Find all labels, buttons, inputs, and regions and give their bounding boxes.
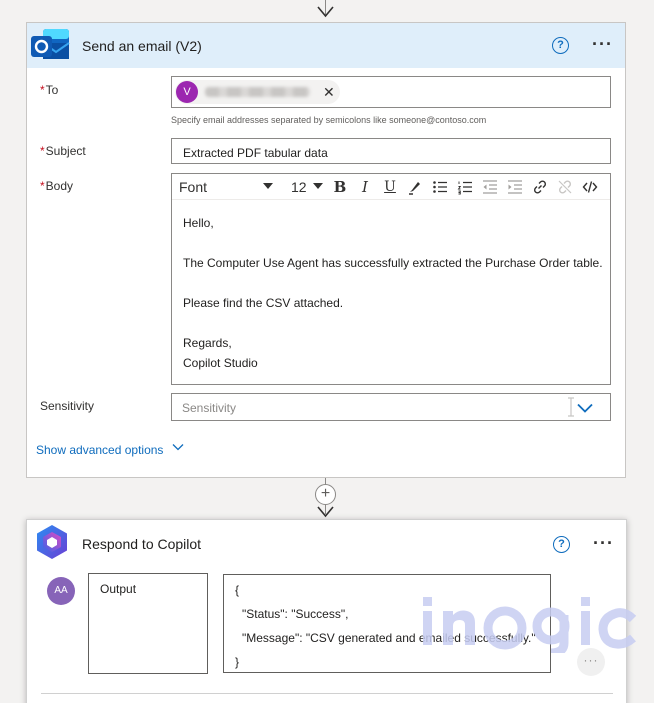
chevron-down-icon[interactable] [577,403,593,413]
body-label-text: Body [45,179,74,193]
size-dropdown-caret-icon[interactable] [313,183,323,189]
overflow-menu-button[interactable]: ··· [577,648,605,676]
sensitivity-placeholder: Sensitivity [182,401,237,415]
highlight-pen-icon[interactable] [405,177,425,197]
font-family-dropdown[interactable]: Font [179,179,207,195]
send-email-card[interactable]: Send an email (V2) ? ··· *To V ✕ Specify… [26,22,626,478]
divider [41,693,613,694]
json-line: { [235,583,240,597]
sensitivity-dropdown[interactable]: Sensitivity [171,393,611,421]
respond-header[interactable]: Respond to Copilot ? ··· [27,520,626,565]
more-options-icon[interactable]: ··· [593,533,614,554]
outdent-icon[interactable] [480,177,500,197]
body-editor[interactable]: Font 12 B I U Hello, The Computer Use Ag… [171,173,611,385]
copilot-studio-icon [37,525,67,559]
remove-recipient-icon[interactable]: ✕ [323,84,335,101]
unlink-icon[interactable] [555,177,575,197]
body-line: Hello, [183,216,214,230]
add-step-button[interactable]: + [315,484,336,505]
arrow-down-icon [317,6,334,18]
to-helper-text: Specify email addresses separated by sem… [171,115,487,125]
to-label: *To [40,83,58,97]
subject-value: Extracted PDF tabular data [183,146,328,160]
required-marker: * [40,83,45,97]
json-line: "Status": "Success", [242,607,349,621]
more-options-icon[interactable]: ··· [592,34,613,55]
watermark-logo [423,597,637,653]
body-line: Regards, [183,336,232,350]
italic-button[interactable]: I [355,177,375,197]
help-icon[interactable]: ? [553,536,570,553]
send-email-header[interactable]: Send an email (V2) ? ··· [27,23,625,68]
subject-input[interactable]: Extracted PDF tabular data [171,138,611,164]
font-size-dropdown[interactable]: 12 [291,179,307,195]
text-output-avatar: AA [47,577,75,605]
show-advanced-options-link[interactable]: Show advanced options [36,443,163,457]
body-line: Please find the CSV attached. [183,296,344,310]
sensitivity-label: Sensitivity [40,399,95,413]
json-line: } [235,655,240,669]
required-marker: * [40,179,45,193]
text-cursor-icon [568,397,574,417]
required-marker: * [40,144,45,158]
code-view-icon[interactable] [580,177,600,197]
rich-text-toolbar: Font 12 B I U [172,174,610,200]
bold-button[interactable]: B [330,177,350,197]
subject-label-text: Subject [45,144,86,158]
advanced-chevron-down-icon[interactable] [172,443,184,451]
bullet-list-icon[interactable] [430,177,450,197]
body-line: The Computer Use Agent has successfully … [183,256,603,270]
output-label: Output [100,582,137,596]
outlook-icon [31,29,70,59]
respond-to-copilot-card[interactable]: Respond to Copilot ? ··· AA Output { "St… [26,519,637,703]
recipient-email-redacted [205,87,310,97]
font-dropdown-caret-icon[interactable] [263,183,273,189]
underline-button[interactable]: U [380,177,400,197]
to-label-text: To [45,83,59,97]
recipient-chip[interactable]: V ✕ [175,80,340,104]
arrow-down-icon [317,506,334,518]
indent-icon[interactable] [505,177,525,197]
link-icon[interactable] [530,177,550,197]
respond-title: Respond to Copilot [82,536,202,552]
help-icon[interactable]: ? [552,37,569,54]
recipient-avatar: V [176,81,198,103]
numbered-list-icon[interactable] [455,177,475,197]
send-email-title: Send an email (V2) [82,38,202,54]
body-label: *Body [40,179,73,193]
subject-label: *Subject [40,144,86,158]
to-field[interactable]: V ✕ [171,76,611,108]
body-line: Copilot Studio [183,356,258,370]
output-name-field[interactable]: Output [88,573,208,674]
